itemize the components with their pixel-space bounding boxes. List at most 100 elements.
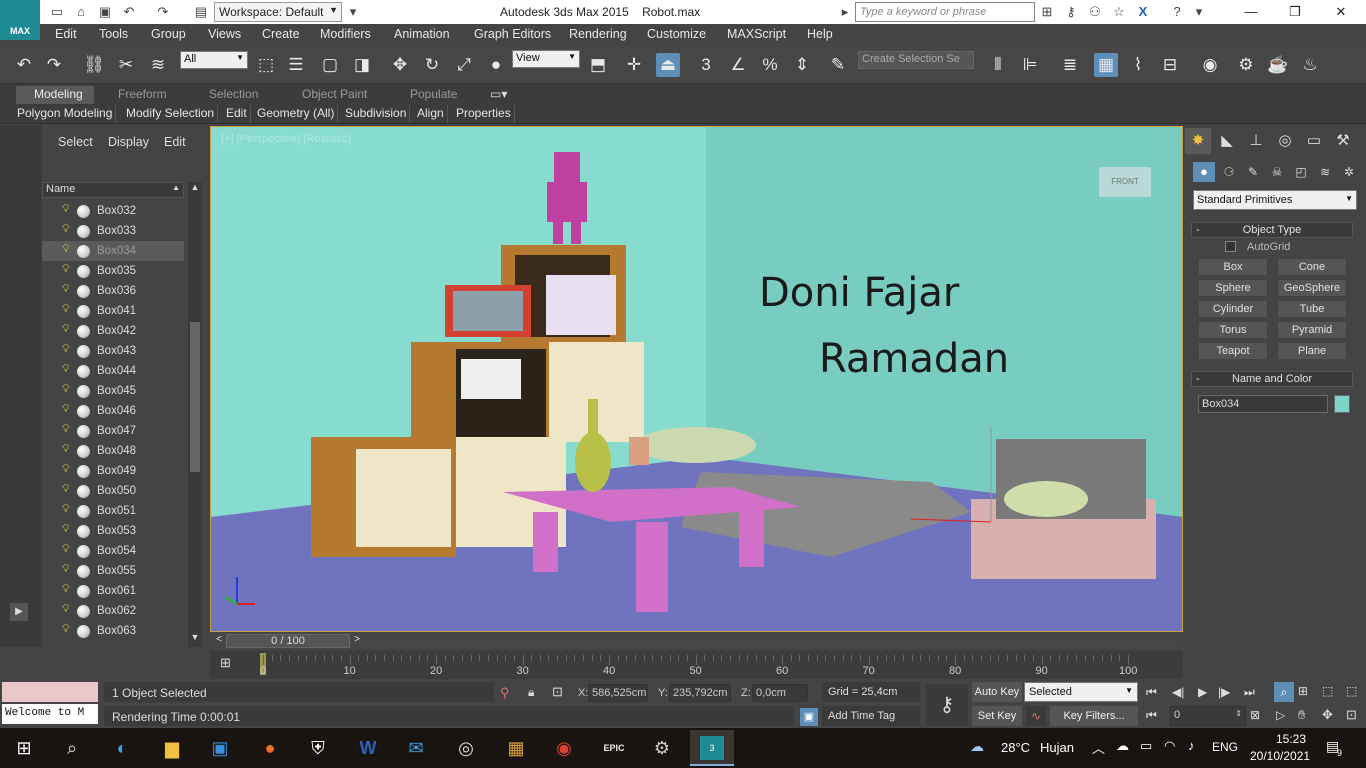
redo-icon[interactable]: ↷ (154, 3, 172, 21)
close-icon[interactable]: ✕ (1318, 0, 1364, 24)
tab-modeling[interactable]: Modeling (16, 86, 94, 104)
menu-rendering[interactable]: Rendering (569, 27, 627, 41)
zoom-extents-icon[interactable]: ⬚ (1322, 684, 1333, 698)
windows-start-icon[interactable]: ⊞ (8, 734, 40, 762)
rendered-frame-window-icon[interactable]: ☕ (1266, 53, 1290, 77)
scroll-down-icon[interactable]: ▼ (188, 632, 202, 646)
steam-icon[interactable]: ⚙ (646, 734, 678, 762)
select-by-name-icon[interactable]: ☰ (284, 53, 308, 77)
mail-icon[interactable]: ✉ (400, 734, 432, 762)
curve-editor-icon[interactable]: ⌇ (1126, 53, 1150, 77)
list-item[interactable]: 💡︎ Box043 (42, 341, 184, 361)
select-object-icon[interactable]: ⬚ (254, 53, 278, 77)
visibility-bulb-icon[interactable]: 💡︎ (62, 203, 70, 216)
list-item[interactable]: 💡︎ Box035 (42, 261, 184, 281)
angle-snap-icon[interactable]: ∠ (726, 53, 750, 77)
visibility-bulb-icon[interactable]: 💡︎ (62, 563, 70, 576)
visibility-bulb-icon[interactable]: 💡︎ (62, 223, 70, 236)
list-item[interactable]: 💡︎ Box047 (42, 421, 184, 441)
plane-button[interactable]: Plane (1277, 342, 1347, 360)
panel-polygon-modeling[interactable]: Polygon Modeling (14, 105, 117, 123)
visibility-bulb-icon[interactable]: 💡︎ (62, 243, 70, 256)
search-input[interactable]: Type a keyword or phrase (855, 2, 1035, 22)
zoom-icon[interactable]: ⌕ (1274, 682, 1294, 702)
cameras-icon[interactable]: ☠ (1267, 162, 1287, 182)
list-item[interactable]: 💡︎ Box036 (42, 281, 184, 301)
clock-time[interactable]: 15:23 (1276, 732, 1306, 746)
motion-tab-icon[interactable]: ◎ (1272, 128, 1298, 154)
layer-explorer-icon[interactable]: ≣ (1058, 53, 1082, 77)
menu-maxscript[interactable]: MAXScript (727, 27, 786, 41)
menu-tools[interactable]: Tools (99, 27, 128, 41)
move-icon[interactable]: ✥ (388, 53, 412, 77)
current-frame-field[interactable]: 0 ⇕ (1170, 706, 1246, 726)
input-language[interactable]: ENG (1212, 740, 1238, 754)
panel-edit[interactable]: Edit (223, 105, 251, 123)
viewport-label[interactable]: [+] [Perspective] [Realistic] (221, 133, 351, 145)
mirror-icon[interactable]: ⫴ (986, 53, 1010, 77)
autogrid-checkbox[interactable] (1225, 241, 1236, 252)
wifi-icon[interactable]: ◠ (1164, 738, 1175, 754)
previous-frame-icon[interactable]: < (212, 634, 226, 648)
rect-selection-icon[interactable]: ▢ (318, 53, 342, 77)
menu-views[interactable]: Views (208, 27, 241, 41)
helpers-icon[interactable]: ◰ (1291, 162, 1311, 182)
list-item[interactable]: 💡︎ Box063 (42, 621, 184, 641)
visibility-bulb-icon[interactable]: 💡︎ (62, 603, 70, 616)
name-and-color-rollout[interactable]: - Name and Color (1191, 371, 1353, 387)
taskbar-search-icon[interactable]: ⌕ (56, 734, 88, 762)
list-item[interactable]: 💡︎ Box061 (42, 581, 184, 601)
edit-named-selection-icon[interactable]: ✎ (826, 53, 850, 77)
systems-icon[interactable]: ✲ (1339, 162, 1359, 182)
cone-button[interactable]: Cone (1277, 258, 1347, 276)
menu-modifiers[interactable]: Modifiers (320, 27, 371, 41)
panel-properties[interactable]: Properties (453, 105, 515, 123)
workspace-dropdown[interactable]: Workspace: Default ▼ (214, 2, 342, 22)
scale-icon[interactable]: ⤢ (452, 53, 476, 77)
zoom-extents-all-icon[interactable]: ⬚ (1346, 684, 1357, 698)
explorer-tab-select[interactable]: Select (58, 135, 93, 149)
link-icon[interactable]: ⛓ (82, 53, 106, 77)
security-shield-icon[interactable]: ⛨ (302, 734, 334, 762)
field-of-view-icon[interactable]: ▷ (1276, 708, 1285, 722)
menu-edit[interactable]: Edit (55, 27, 77, 41)
battery-icon[interactable]: ▭ (1140, 738, 1152, 754)
key-icon[interactable]: ⚷ (1062, 3, 1080, 21)
taskbar-3dsmax-active[interactable]: 3 (690, 730, 734, 766)
display-tab-icon[interactable]: ▭ (1301, 128, 1327, 154)
orbit-icon[interactable]: ✥ (1322, 707, 1333, 723)
geosphere-button[interactable]: GeoSphere (1277, 279, 1347, 297)
help-dropdown-icon[interactable]: ▾ (1190, 3, 1208, 21)
visibility-bulb-icon[interactable]: 💡︎ (62, 283, 70, 296)
clock-date[interactable]: 20/10/2021 (1250, 749, 1310, 763)
auto-key-button[interactable]: Auto Key (972, 682, 1022, 702)
scene-explorer-icon[interactable]: ▦ (1094, 53, 1118, 77)
list-item[interactable]: 💡︎ Box034 (42, 241, 184, 261)
named-selection-sets-dropdown[interactable]: Create Selection Se (858, 51, 974, 69)
next-key-icon[interactable]: |▶ (1218, 685, 1230, 699)
percent-snap-icon[interactable]: % (758, 53, 782, 77)
perspective-viewport[interactable]: [+] [Perspective] [Realistic] Doni Fajar… (210, 126, 1183, 632)
list-item[interactable]: 💡︎ Box042 (42, 321, 184, 341)
pyramid-button[interactable]: Pyramid (1277, 321, 1347, 339)
customize-quick-access-icon[interactable]: ▾ (344, 3, 362, 21)
name-column-header[interactable]: Name ▲ (42, 182, 184, 198)
list-item[interactable]: 💡︎ Box045 (42, 381, 184, 401)
undo-icon[interactable]: ↶ (120, 3, 138, 21)
visibility-bulb-icon[interactable]: 💡︎ (62, 623, 70, 636)
visibility-bulb-icon[interactable]: 💡︎ (62, 323, 70, 336)
scroll-thumb[interactable] (190, 322, 200, 472)
chrome-icon[interactable]: ◉ (548, 734, 580, 762)
set-key-button[interactable]: Set Key (972, 706, 1022, 726)
material-editor-icon[interactable]: ◉ (1198, 53, 1222, 77)
box-button[interactable]: Box (1198, 258, 1268, 276)
unlink-icon[interactable]: ✂ (114, 53, 138, 77)
explorer-tab-display[interactable]: Display (108, 135, 149, 149)
object-color-swatch[interactable] (1334, 395, 1350, 413)
visibility-bulb-icon[interactable]: 💡︎ (62, 543, 70, 556)
list-item[interactable]: 💡︎ Box049 (42, 461, 184, 481)
maxscript-mini-listener-top[interactable] (2, 682, 98, 702)
reference-coordinate-dropdown[interactable]: View ▼ (512, 50, 580, 68)
isolate-selection-icon[interactable]: ⚲ (500, 685, 510, 701)
spinner-snap-icon[interactable]: ⇕ (790, 53, 814, 77)
